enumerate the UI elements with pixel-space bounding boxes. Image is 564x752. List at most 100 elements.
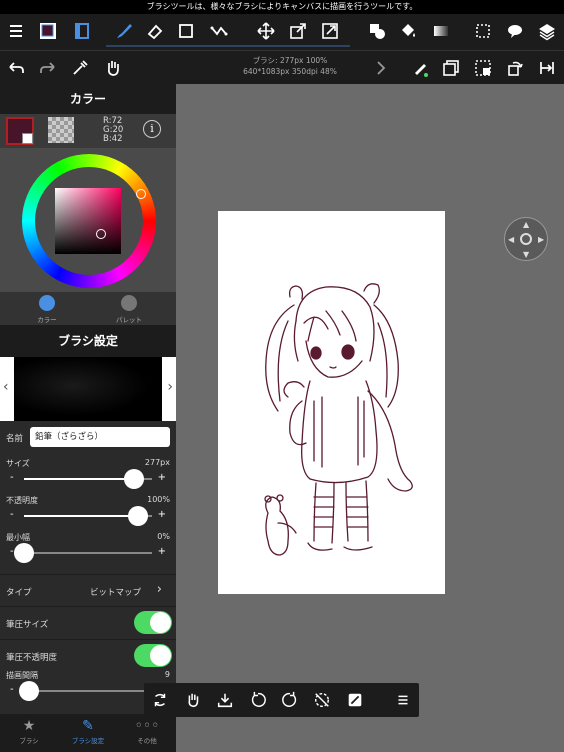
navigation-pad[interactable]: ▲ ▼ ◀ ▶ [504,217,548,261]
flip-layer-icon[interactable] [534,55,560,81]
eraser-tool-icon[interactable] [142,18,168,44]
slider-knob[interactable] [14,543,34,563]
flip-canvas-icon[interactable] [344,690,366,710]
pressure-size-row: 筆圧サイズ [0,606,176,638]
primary-color-swatch[interactable] [6,117,34,145]
tab-other-label: その他 [137,737,157,745]
star-icon: ★ [22,718,36,734]
hue-cursor[interactable] [136,189,146,199]
minus-icon[interactable]: - [10,509,14,520]
reset-rotation-icon[interactable] [311,690,333,710]
tab-brush-settings[interactable]: ✎ ブラシ設定 [59,717,117,745]
gradient-tool-icon[interactable] [428,18,454,44]
hand-icon[interactable] [182,690,204,710]
slider-opacity: 不透明度 100% - + [0,492,176,528]
sketch-artwork [264,283,413,556]
transform-tool-icon[interactable] [285,18,311,44]
side-panel: カラー R:72 G:20 B:42 i カラー パレット ブラシ設定 ‹ › … [0,84,176,752]
move-tool-icon[interactable] [253,18,279,44]
pressure-opacity-row: 筆圧不透明度 [0,639,176,671]
minus-icon[interactable]: - [10,472,14,483]
rotate-right-icon[interactable] [279,690,301,710]
tab-palette-label: パレット [116,316,142,324]
rgb-b: B:42 [103,134,123,144]
nav-left-icon[interactable]: ◀ [508,235,514,244]
secondary-color-swatch[interactable] [22,133,33,144]
brush-preview: ‹ › [0,357,176,421]
slider-value: 100% [147,495,170,504]
nav-down-icon[interactable]: ▼ [523,250,529,259]
pressure-size-toggle[interactable] [134,611,172,634]
rotate-layer-icon[interactable] [502,55,528,81]
slider-track[interactable] [24,690,152,692]
slider-label: 最小幅 [6,533,30,542]
slider-knob[interactable] [124,469,145,489]
speech-bubble-icon[interactable] [502,18,528,44]
palette-icon [121,295,137,311]
tab-brush-settings-label: ブラシ設定 [71,737,105,745]
brush-icon: ✎ [82,718,94,734]
selection-layer-icon[interactable] [470,55,496,81]
brush-name-field[interactable]: 鉛筆（ざらざら） [30,427,170,447]
color-picker [0,148,176,292]
color-swatch-button[interactable] [35,18,61,44]
slider-knob[interactable] [19,681,40,701]
transparent-color-swatch[interactable] [48,117,74,143]
chevron-left-icon[interactable]: ‹ [3,379,9,395]
drawing-canvas[interactable] [218,211,445,594]
saturation-value-square[interactable] [55,188,121,254]
chevron-right-icon[interactable]: › [167,379,173,395]
brush-type-value: ビットマップ [90,588,142,598]
shape-tool-icon[interactable] [173,18,199,44]
save-icon[interactable] [214,690,236,710]
brush-type-row[interactable]: タイプ ビットマップ › [0,574,176,606]
more-icon: ◦◦◦ [134,718,160,734]
slider-knob[interactable] [127,506,148,526]
line-tool-icon[interactable] [206,18,232,44]
nav-right-icon[interactable]: ▶ [538,235,544,244]
floating-toolbar [144,683,419,717]
brush-texture-preview [14,357,162,421]
brush-settings-title: ブラシ設定 [0,325,176,357]
menu-icon[interactable] [3,18,29,44]
brush-tool-icon[interactable] [111,18,137,44]
bottom-tab-bar: ★ ブラシ ✎ ブラシ設定 ◦◦◦ その他 [0,714,176,752]
bucket-tool-icon[interactable] [395,18,421,44]
tab-color[interactable]: カラー [3,294,91,324]
pressure-size-label: 筆圧サイズ [6,620,49,630]
color-circle-icon [39,295,55,311]
undo-icon[interactable] [3,55,29,81]
plus-icon[interactable]: + [158,472,166,483]
tab-brush[interactable]: ★ ブラシ [0,717,58,745]
rotate-canvas-icon[interactable] [149,690,171,710]
tab-brush-label: ブラシ [19,737,39,745]
tab-other[interactable]: ◦◦◦ その他 [118,717,176,745]
redo-icon[interactable] [35,55,61,81]
nav-up-icon[interactable]: ▲ [523,220,529,229]
plus-icon[interactable]: + [158,546,166,557]
rotate-left-icon[interactable] [247,690,269,710]
brush-info-line1: ブラシ: 277px 100% [252,56,328,65]
slider-track[interactable] [24,552,152,554]
select-tool-icon[interactable] [470,18,496,44]
minus-icon[interactable]: - [10,684,14,695]
free-transform-icon[interactable] [317,18,343,44]
tab-palette[interactable]: パレット [85,294,173,324]
info-icon[interactable]: i [143,120,161,138]
plus-icon[interactable]: + [158,509,166,520]
hand-icon[interactable] [100,55,126,81]
layer-panel-icon[interactable] [69,18,95,44]
chevron-right-icon[interactable] [368,55,394,81]
chevron-right-icon: › [156,582,162,597]
fill-shapes-icon[interactable] [364,18,390,44]
color-row: R:72 G:20 B:42 i [0,114,176,148]
brush-info: ブラシ: 277px 100% 640*1083px 350dpi 48% [220,55,360,77]
more-menu-icon[interactable] [392,690,414,710]
sv-cursor[interactable] [96,229,106,239]
pen-icon[interactable] [407,55,433,81]
copy-layer-icon[interactable] [438,55,464,81]
layers-icon[interactable] [534,18,560,44]
rgb-readout: R:72 G:20 B:42 [103,117,123,144]
pressure-opacity-toggle[interactable] [134,644,172,667]
eyedropper-icon[interactable] [67,55,93,81]
